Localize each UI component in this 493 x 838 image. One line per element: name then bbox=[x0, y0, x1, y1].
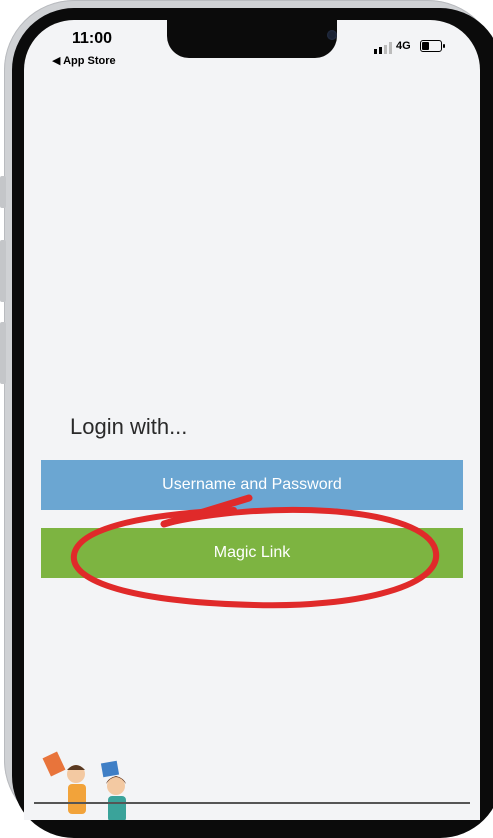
magic-link-button[interactable]: Magic Link bbox=[41, 528, 463, 578]
network-type: 4G bbox=[396, 40, 411, 52]
battery-tip bbox=[443, 44, 445, 48]
battery-icon bbox=[420, 40, 442, 52]
login-title: Login with... bbox=[70, 414, 188, 439]
battery-level bbox=[422, 42, 429, 50]
camera-icon bbox=[327, 30, 337, 40]
students-illustration bbox=[42, 751, 126, 820]
back-to-app-store-link[interactable]: ◀ App Store bbox=[52, 54, 116, 67]
phone-side-button bbox=[0, 322, 6, 384]
magic-link-label: Magic Link bbox=[213, 544, 291, 561]
phone-screen: 11:00 ◀ App Store 4G Login with... Usern… bbox=[24, 20, 480, 820]
notch bbox=[167, 20, 337, 58]
username-password-label: Username and Password bbox=[162, 476, 342, 493]
bottom-divider bbox=[34, 802, 470, 804]
signal-icon bbox=[374, 42, 392, 54]
phone-side-button bbox=[0, 240, 6, 302]
status-time: 11:00 bbox=[72, 30, 113, 47]
phone-side-button bbox=[0, 176, 6, 208]
status-bar: 11:00 ◀ App Store 4G bbox=[24, 20, 480, 80]
username-password-button[interactable]: Username and Password bbox=[41, 460, 463, 510]
